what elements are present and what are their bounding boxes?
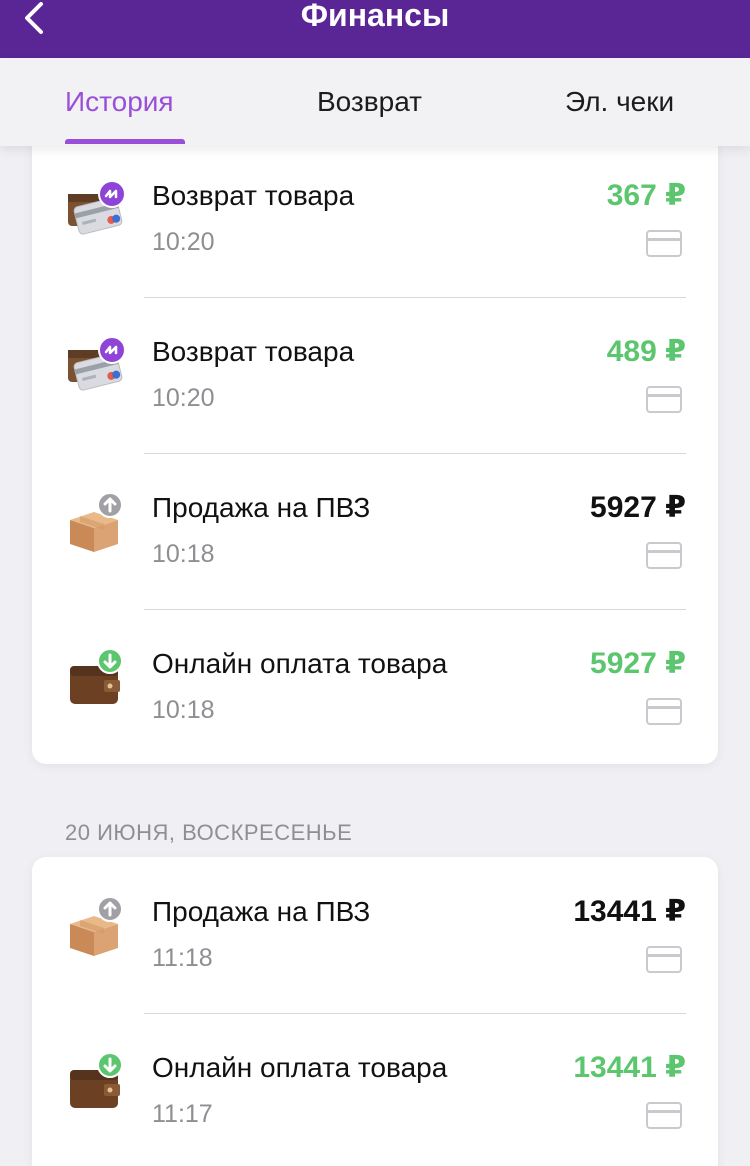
header: Финансы: [0, 0, 750, 58]
transaction-row[interactable]: Возврат товара 10:20 367 ₽: [32, 160, 718, 316]
transaction-title: Онлайн оплата товара: [152, 1052, 448, 1083]
transaction-row[interactable]: Продажа на ПВЗ 11:18 13441 ₽: [32, 876, 718, 1032]
payment-card-icon: [646, 542, 682, 569]
box-upload-icon: [66, 492, 128, 554]
transaction-time: 10:20: [152, 228, 215, 256]
divider: [144, 609, 686, 610]
transaction-time: 10:18: [152, 696, 215, 724]
transaction-row[interactable]: Онлайн оплата товара 11:17 13441 ₽: [32, 1032, 718, 1166]
transaction-time: 10:18: [152, 540, 215, 568]
transactions-card: Возврат товара 10:20 367 ₽ Возврат товар…: [32, 130, 718, 764]
transaction-amount: 5927 ₽: [590, 647, 686, 680]
tab-refund[interactable]: Возврат: [317, 86, 422, 118]
tab-history[interactable]: История: [65, 86, 174, 118]
transaction-title: Возврат товара: [152, 180, 355, 211]
back-button[interactable]: [14, 0, 54, 40]
transaction-title: Возврат товара: [152, 336, 355, 367]
wallet-download-icon: [66, 648, 128, 710]
transaction-title: Продажа на ПВЗ: [152, 492, 371, 523]
tab-active-indicator: [65, 139, 185, 144]
tab-e-receipts[interactable]: Эл. чеки: [565, 86, 674, 118]
transaction-amount: 489 ₽: [606, 335, 686, 368]
payment-card-icon: [646, 386, 682, 413]
divider: [144, 297, 686, 298]
transaction-amount: 5927 ₽: [590, 491, 686, 524]
tab-bar: История Возврат Эл. чеки: [0, 58, 750, 146]
transactions-card: Продажа на ПВЗ 11:18 13441 ₽ Онлайн опла…: [32, 857, 718, 1166]
transaction-time: 11:18: [152, 944, 213, 972]
transaction-amount: 367 ₽: [606, 179, 686, 212]
transaction-title: Онлайн оплата товара: [152, 648, 448, 679]
refund-card-icon: [66, 336, 128, 398]
box-upload-icon: [66, 896, 128, 958]
payment-card-icon: [646, 946, 682, 973]
refund-card-icon: [66, 180, 128, 242]
transaction-time: 11:17: [152, 1100, 213, 1128]
transaction-row[interactable]: Онлайн оплата товара 10:18 5927 ₽: [32, 628, 718, 764]
page-title: Финансы: [300, 0, 450, 33]
divider: [144, 453, 686, 454]
payment-card-icon: [646, 698, 682, 725]
transaction-amount: 13441 ₽: [573, 895, 686, 928]
divider: [144, 1013, 686, 1014]
payment-card-icon: [646, 1102, 682, 1129]
payment-card-icon: [646, 230, 682, 257]
transaction-row[interactable]: Продажа на ПВЗ 10:18 5927 ₽: [32, 472, 718, 628]
transaction-amount: 13441 ₽: [573, 1051, 686, 1084]
transaction-row[interactable]: Возврат товара 10:20 489 ₽: [32, 316, 718, 472]
transaction-title: Продажа на ПВЗ: [152, 896, 371, 927]
transaction-time: 10:20: [152, 384, 215, 412]
wallet-download-icon: [66, 1052, 128, 1114]
chevron-left-icon: [25, 2, 43, 34]
section-date-header: 20 ИЮНЯ, ВОСКРЕСЕНЬЕ: [65, 820, 353, 845]
